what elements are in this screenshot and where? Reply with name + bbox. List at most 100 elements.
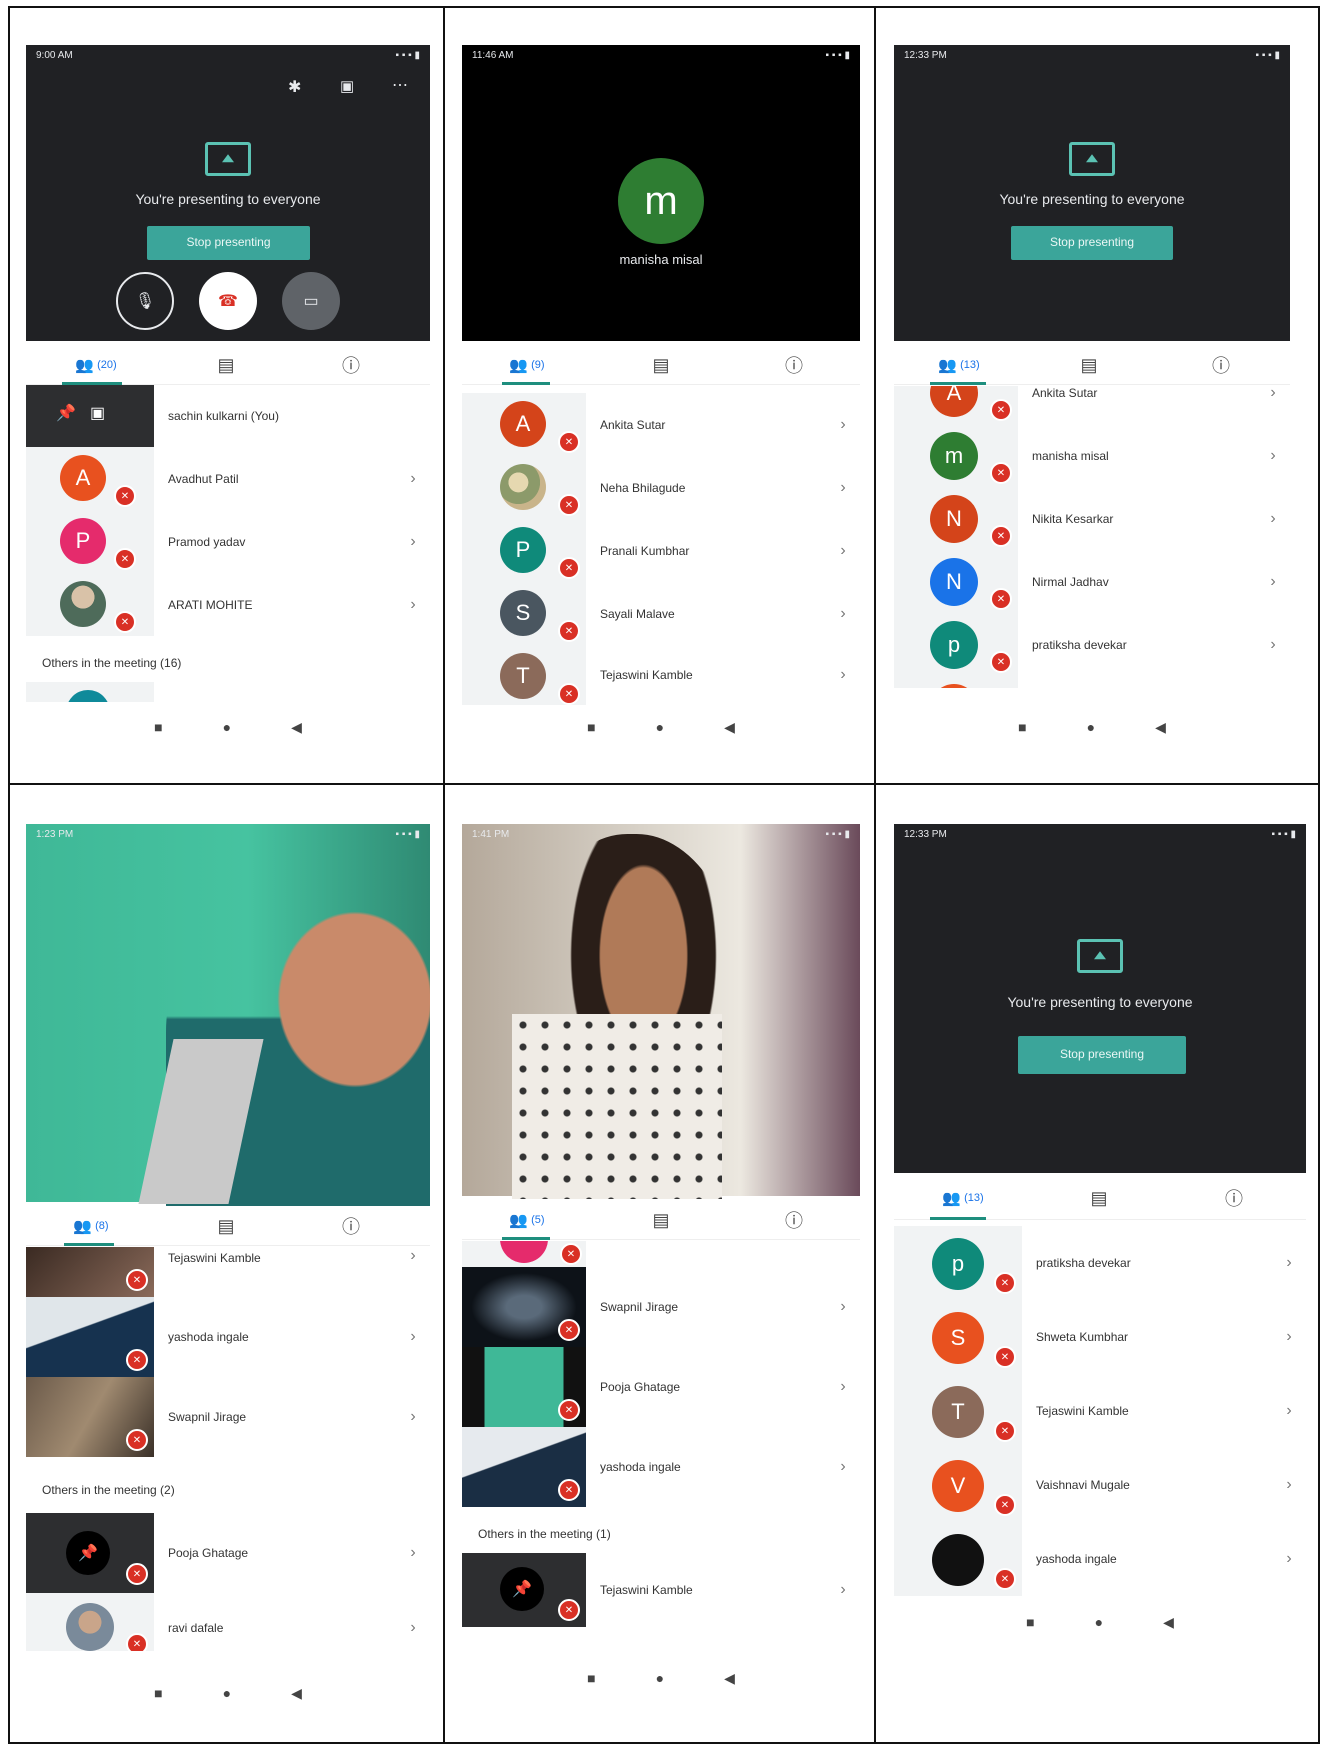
recents-icon[interactable]: ■ <box>154 1685 162 1701</box>
participant-row[interactable]: ✕ Swapnil Jirage › <box>462 1267 860 1347</box>
participant-row[interactable]: N ✕ Nirmal Jadhav › <box>894 550 1290 613</box>
stop-presenting-button[interactable]: Stop presenting <box>1018 1036 1186 1074</box>
mic-off-icon: ✕ <box>994 1272 1016 1294</box>
home-icon[interactable]: ● <box>656 1670 664 1686</box>
tab-chat[interactable]: ▤ <box>636 345 686 385</box>
caption-icon[interactable]: ▣ <box>340 77 354 95</box>
participant-row[interactable]: T ✕ Tejaswini Kamble › <box>462 645 860 705</box>
more-icon[interactable]: ⋯ <box>392 75 408 95</box>
participant-row[interactable]: A ✕ Ankita Sutar › <box>462 393 860 456</box>
status-bar: 9:00 AM ▪ ▪ ▪ ▮ <box>26 45 430 69</box>
tab-info[interactable]: ⓘ <box>1196 345 1246 385</box>
back-icon[interactable]: ◀ <box>1155 719 1166 736</box>
recents-icon[interactable]: ■ <box>1018 719 1026 735</box>
participant-row[interactable]: A ✕ Ankita Sutar › <box>894 386 1290 424</box>
participant-row[interactable]: ✕ yashoda ingale › <box>26 1297 430 1377</box>
back-icon[interactable]: ◀ <box>1163 1614 1174 1631</box>
participant-row[interactable]: 📌 ✕ Tejaswini Kamble › <box>462 1553 860 1627</box>
participant-row[interactable]: A ✕ Avadhut Patil › <box>26 447 430 510</box>
tab-chat[interactable]: ▤ <box>1064 345 1114 385</box>
home-icon[interactable]: ● <box>1087 719 1095 735</box>
tab-chat[interactable]: ▤ <box>201 345 251 385</box>
back-icon[interactable]: ◀ <box>291 719 302 736</box>
mic-off-icon: ✕ <box>558 620 580 642</box>
tab-people[interactable]: 👥 (13) <box>928 1176 998 1220</box>
participant-row[interactable]: p ✕ pratiksha devekar › <box>894 1226 1306 1300</box>
participant-thumb: S ✕ <box>894 1300 1022 1374</box>
tab-people[interactable]: 👥 (5) <box>492 1200 562 1240</box>
tab-people[interactable]: 👥 (20) <box>56 345 136 385</box>
info-icon: ⓘ <box>1212 356 1230 376</box>
speaker-area: 11:46 AM ▪ ▪ ▪ ▮ m manisha misal <box>462 45 860 341</box>
tab-underline <box>502 1237 550 1240</box>
panel-6: 12:33 PM ▪ ▪ ▪ ▮ You're presenting to eve… <box>894 824 1306 1644</box>
participant-list: ✕ ✕ Swapnil Jirage › ✕ Pooja Ghatage › ✕ yash… <box>462 1241 860 1627</box>
back-icon[interactable]: ◀ <box>724 1670 735 1687</box>
tab-info[interactable]: ⓘ <box>326 345 376 385</box>
presenting-area: 12:33 PM ▪ ▪ ▪ ▮ You're presenting to eve… <box>894 45 1290 341</box>
chevron-right-icon: › <box>840 604 846 622</box>
mic-off-icon: ✕ <box>990 525 1012 547</box>
participant-row[interactable]: T ✕ Tejaswini Kamble › <box>894 1374 1306 1448</box>
participant-row[interactable]: ✕ yashoda ingale › <box>462 1427 860 1507</box>
hang-up-button[interactable]: ☎ <box>199 272 257 330</box>
self-row[interactable]: 📌 ▣ sachin kulkarni (You) <box>26 385 430 447</box>
mic-off-icon: ✕ <box>126 1429 148 1451</box>
chat-icon: ▤ <box>652 1209 670 1230</box>
back-icon[interactable]: ◀ <box>291 1685 302 1702</box>
video-thumb: ✕ <box>462 1347 586 1427</box>
tab-bar: 👥 (13) ▤ ⓘ <box>894 1176 1306 1220</box>
participant-row[interactable]: S ✕ Sayali Malave › <box>462 582 860 645</box>
chevron-right-icon: › <box>1270 635 1276 653</box>
stop-presenting-button[interactable]: Stop presenting <box>147 226 310 260</box>
back-icon[interactable]: ◀ <box>724 719 735 736</box>
participant-row[interactable]: S ✕ Shweta Kumbhar › <box>894 1300 1306 1374</box>
status-time: 11:46 AM <box>472 50 514 61</box>
participant-row[interactable]: m ✕ manisha misal › <box>894 424 1290 487</box>
recents-icon[interactable]: ■ <box>587 719 595 735</box>
tab-chat[interactable]: ▤ <box>636 1200 686 1240</box>
panel-4: 1:23 PM ▪ ▪ ▪ ▮ 👥 (8) ▤ ⓘ ✕ Tejaswini Kambl… <box>26 824 430 1714</box>
camera-button[interactable]: ▭ <box>282 272 340 330</box>
participant-row[interactable]: ✕ ravi dafale › <box>26 1593 430 1651</box>
participant-thumb: A ✕ <box>26 447 154 510</box>
tab-chat[interactable]: ▤ <box>201 1206 251 1246</box>
participant-row[interactable]: ✕ Swapnil Jirage › <box>26 1377 430 1457</box>
video-thumb: ✕ <box>26 1377 154 1457</box>
home-icon[interactable]: ● <box>656 719 664 735</box>
stop-presenting-button[interactable]: Stop presenting <box>1011 226 1173 260</box>
home-icon[interactable]: ● <box>223 719 231 735</box>
participant-row[interactable]: ✕ Tejaswini Kamble › <box>26 1247 430 1297</box>
grid-line-left <box>8 6 10 1744</box>
tab-info[interactable]: ⓘ <box>769 345 819 385</box>
participant-row[interactable]: V ✕ Vaishnavi Mugale › <box>894 1448 1306 1522</box>
recents-icon[interactable]: ■ <box>154 719 162 735</box>
tab-info[interactable]: ⓘ <box>326 1206 376 1246</box>
participant-row[interactable]: P ✕ Pramod yadav › <box>26 510 430 573</box>
participant-row[interactable]: ✕ Neha Bhilagude › <box>462 456 860 519</box>
tab-info[interactable]: ⓘ <box>1209 1176 1259 1220</box>
tab-people[interactable]: 👥 (8) <box>56 1206 126 1246</box>
participant-row[interactable]: ✕ yashoda ingale › <box>894 1522 1306 1596</box>
participant-thumb: N ✕ <box>894 550 1018 613</box>
tab-people[interactable]: 👥 (13) <box>924 345 994 385</box>
bluetooth-icon[interactable]: ✱ <box>288 77 301 97</box>
participant-thumb: P ✕ <box>26 510 154 573</box>
home-icon[interactable]: ● <box>223 1685 231 1701</box>
participant-row[interactable]: P ✕ Pranali Kumbhar › <box>462 519 860 582</box>
participant-row[interactable]: 📌 ✕ Pooja Ghatage › <box>26 1513 430 1593</box>
participant-row[interactable]: p ✕ pratiksha devekar › <box>894 613 1290 676</box>
mic-off-icon: ✕ <box>114 548 136 570</box>
chevron-right-icon: › <box>840 541 846 559</box>
recents-icon[interactable]: ■ <box>1026 1614 1034 1630</box>
participant-row[interactable]: N ✕ Nikita Kesarkar › <box>894 487 1290 550</box>
panel-1: 9:00 AM ▪ ▪ ▪ ▮ ✱ ▣ ⋯ You're presenting t… <box>26 45 430 760</box>
tab-chat[interactable]: ▤ <box>1074 1176 1124 1220</box>
participant-row[interactable]: ✕ Pooja Ghatage › <box>462 1347 860 1427</box>
participant-row[interactable]: ✕ ARATI MOHITE › <box>26 573 430 636</box>
tab-info[interactable]: ⓘ <box>769 1200 819 1240</box>
mic-button[interactable]: 🎙 <box>116 272 174 330</box>
home-icon[interactable]: ● <box>1095 1614 1103 1630</box>
recents-icon[interactable]: ■ <box>587 1670 595 1686</box>
tab-people[interactable]: 👥 (9) <box>492 345 562 385</box>
